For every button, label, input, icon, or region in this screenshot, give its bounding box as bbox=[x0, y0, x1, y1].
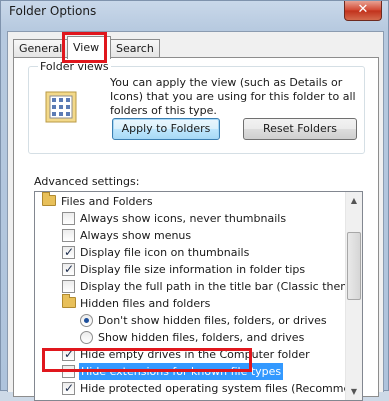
option-label: Hide extensions for known file types bbox=[79, 363, 284, 380]
apply-to-folders-button[interactable]: Apply to Folders bbox=[112, 118, 220, 140]
scroll-up-arrow-icon[interactable]: ▲ bbox=[346, 192, 362, 209]
option-dont-show-hidden[interactable]: Don't show hidden files, folders, or dri… bbox=[35, 312, 345, 329]
tree-item-label: Files and Folders bbox=[61, 195, 153, 208]
folder-options-window: Folder Options ✕ General View Search Fol… bbox=[0, 0, 389, 401]
option-label: Hide protected operating system files (R… bbox=[80, 382, 363, 395]
tree-item-label: Hidden files and folders bbox=[80, 297, 211, 310]
option-label: Display file icon on thumbnails bbox=[80, 246, 250, 259]
option-hide-empty-drives[interactable]: Hide empty drives in the Computer folder bbox=[35, 346, 345, 363]
checkbox[interactable] bbox=[62, 212, 75, 225]
option-label: Show hidden files, folders, and drives bbox=[98, 331, 305, 344]
folder-views-description: You can apply the view (such as Details … bbox=[110, 76, 356, 117]
option-hide-protected-files[interactable]: Hide protected operating system files (R… bbox=[35, 380, 362, 397]
checkbox[interactable] bbox=[62, 280, 75, 293]
tab-search[interactable]: Search bbox=[110, 39, 160, 58]
option-display-file-icon-on-thumbnails[interactable]: Display file icon on thumbnails bbox=[35, 244, 345, 261]
tree-folder-files-and-folders[interactable]: Files and Folders bbox=[35, 192, 345, 210]
advanced-settings-label: Advanced settings: bbox=[34, 175, 140, 188]
checkbox-checked[interactable] bbox=[62, 380, 75, 397]
checkbox[interactable] bbox=[62, 365, 75, 378]
option-label: Don't show hidden files, folders, or dri… bbox=[98, 314, 327, 327]
checkbox-checked[interactable] bbox=[62, 261, 75, 278]
tab-view[interactable]: View bbox=[67, 36, 111, 59]
vertical-scrollbar[interactable]: ▲ ▼ bbox=[345, 192, 362, 400]
checkbox-checked[interactable] bbox=[62, 346, 75, 363]
folder-icon bbox=[62, 294, 76, 308]
option-label: Display file size information in folder … bbox=[80, 263, 306, 276]
advanced-settings-tree[interactable]: Files and Folders Always show icons, nev… bbox=[34, 191, 363, 401]
option-always-show-menus[interactable]: Always show menus bbox=[35, 227, 345, 244]
radio[interactable] bbox=[80, 331, 93, 344]
close-button[interactable]: ✕ bbox=[344, 1, 382, 21]
reset-folders-button[interactable]: Reset Folders bbox=[243, 118, 357, 140]
option-show-hidden[interactable]: Show hidden files, folders, and drives bbox=[35, 329, 345, 346]
option-label: Hide empty drives in the Computer folder bbox=[80, 348, 310, 361]
option-display-file-size-info[interactable]: Display file size information in folder … bbox=[35, 261, 345, 278]
scroll-down-arrow-icon[interactable]: ▼ bbox=[346, 383, 362, 400]
radio-selected[interactable] bbox=[80, 314, 93, 327]
option-hide-extensions[interactable]: Hide extensions for known file types bbox=[35, 363, 345, 380]
scrollbar-thumb[interactable] bbox=[347, 232, 361, 300]
folder-views-icon bbox=[45, 91, 77, 123]
checkbox-checked[interactable] bbox=[62, 244, 75, 261]
folder-icon bbox=[42, 192, 56, 206]
tab-general[interactable]: General bbox=[13, 39, 69, 58]
option-label: Always show icons, never thumbnails bbox=[80, 212, 287, 225]
window-title: Folder Options bbox=[9, 4, 97, 18]
checkbox[interactable] bbox=[62, 229, 75, 242]
option-always-show-icons[interactable]: Always show icons, never thumbnails bbox=[35, 210, 345, 227]
dialog-client: General View Search Folder views You can… bbox=[7, 31, 384, 401]
tree-folder-hidden-files[interactable]: Hidden files and folders bbox=[35, 294, 345, 312]
option-label: Display the full path in the title bar (… bbox=[80, 280, 363, 293]
option-label: Always show menus bbox=[80, 229, 192, 242]
view-tab-panel: Folder views You can apply the view (suc… bbox=[13, 57, 379, 401]
option-display-full-path[interactable]: Display the full path in the title bar (… bbox=[35, 278, 362, 295]
folder-views-label: Folder views bbox=[38, 60, 111, 73]
folder-views-group: Folder views You can apply the view (suc… bbox=[28, 60, 365, 154]
